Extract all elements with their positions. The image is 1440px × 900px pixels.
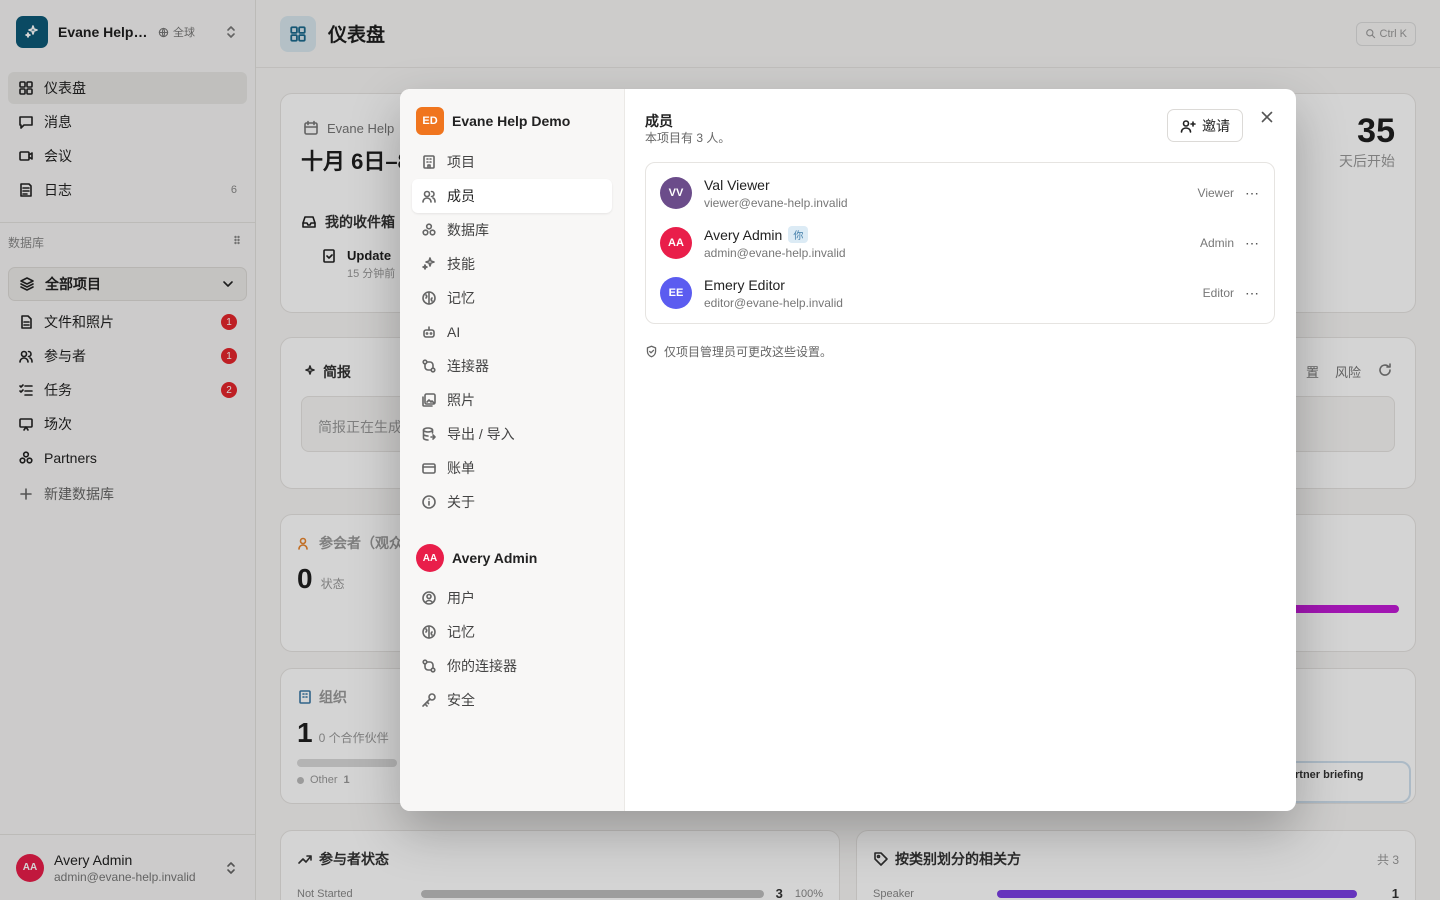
settings-nav-label: 记忆 bbox=[447, 624, 475, 640]
settings-nav: ED Evane Help Demo 项目 成员 数据库 技能 记忆 AI 连接… bbox=[400, 89, 625, 811]
settings-nav-members[interactable]: 成员 bbox=[412, 179, 612, 213]
bot-icon bbox=[423, 326, 435, 338]
building-icon bbox=[423, 155, 435, 169]
user-circle-icon bbox=[422, 591, 436, 605]
settings-nav-skills[interactable]: 技能 bbox=[412, 247, 612, 281]
project-name: Evane Help Demo bbox=[452, 113, 571, 129]
settings-nav-label: 你的连接器 bbox=[447, 658, 517, 674]
connector-icon bbox=[422, 659, 436, 673]
settings-nav-label: 数据库 bbox=[447, 222, 489, 238]
export-icon bbox=[422, 427, 436, 441]
settings-nav-photos[interactable]: 照片 bbox=[412, 383, 612, 417]
card-icon bbox=[422, 463, 436, 474]
settings-nav-user-memory[interactable]: 记忆 bbox=[412, 615, 612, 649]
member-name: Emery Editor bbox=[704, 276, 785, 293]
project-header: ED Evane Help Demo bbox=[416, 107, 570, 135]
panel-title: 成员 bbox=[645, 113, 673, 129]
settings-nav-security[interactable]: 安全 bbox=[412, 683, 612, 717]
user-header: AA Avery Admin bbox=[416, 544, 537, 572]
admin-note: 仅项目管理员可更改这些设置。 bbox=[645, 343, 832, 360]
more-icon[interactable]: ⋯ bbox=[1244, 186, 1260, 200]
settings-nav-user[interactable]: 用户 bbox=[412, 581, 612, 615]
settings-nav-label: 照片 bbox=[447, 392, 475, 408]
settings-nav-label: 关于 bbox=[447, 494, 475, 510]
member-email: editor@evane-help.invalid bbox=[704, 295, 843, 310]
admin-note-text: 仅项目管理员可更改这些设置。 bbox=[664, 345, 833, 359]
settings-nav-label: 导出 / 导入 bbox=[447, 426, 515, 442]
avatar: VV bbox=[660, 177, 692, 209]
member-email: admin@evane-help.invalid bbox=[704, 246, 846, 260]
settings-nav-billing[interactable]: 账单 bbox=[412, 451, 612, 485]
invite-button[interactable]: 邀请 bbox=[1167, 109, 1243, 142]
close-button[interactable] bbox=[1257, 107, 1277, 127]
photos-icon bbox=[422, 393, 436, 407]
member-row[interactable]: VV Val Viewer viewer@evane-help.invalid … bbox=[660, 173, 1260, 213]
member-row[interactable]: AA Avery Admin 你 admin@evane-help.invalid… bbox=[660, 223, 1260, 263]
settings-nav-export-import[interactable]: 导出 / 导入 bbox=[412, 417, 612, 451]
invite-label: 邀请 bbox=[1202, 117, 1230, 134]
member-name: Avery Admin bbox=[704, 226, 783, 243]
member-role[interactable]: Viewer bbox=[1198, 186, 1234, 200]
member-role[interactable]: Editor bbox=[1203, 286, 1234, 300]
settings-nav-your-connectors[interactable]: 你的连接器 bbox=[412, 649, 612, 683]
settings-nav-label: 用户 bbox=[447, 590, 475, 606]
member-name: Val Viewer bbox=[704, 176, 770, 193]
connector-icon bbox=[422, 359, 436, 373]
project-logo: ED bbox=[416, 107, 444, 135]
avatar: AA bbox=[416, 544, 444, 572]
settings-nav-label: 安全 bbox=[447, 692, 475, 708]
settings-nav-ai[interactable]: AI bbox=[412, 315, 612, 349]
key-icon bbox=[422, 693, 436, 707]
member-role[interactable]: Admin bbox=[1200, 236, 1234, 250]
members-panel: 成员 本项目有 3 人。 邀请 VV Val Viewer viewer@eva… bbox=[625, 89, 1296, 811]
settings-dialog: ED Evane Help Demo 项目 成员 数据库 技能 记忆 AI 连接… bbox=[400, 89, 1296, 811]
settings-nav-label: 账单 bbox=[447, 460, 475, 476]
member-row[interactable]: EE Emery Editor editor@evane-help.invali… bbox=[660, 273, 1260, 313]
user-name: Avery Admin bbox=[452, 550, 538, 566]
user-settings-nav: 用户 记忆 你的连接器 安全 bbox=[412, 581, 612, 717]
database-icon bbox=[422, 223, 436, 236]
member-email: viewer@evane-help.invalid bbox=[704, 195, 848, 210]
avatar: EE bbox=[660, 277, 692, 309]
settings-nav-label: 记忆 bbox=[447, 290, 475, 306]
sparkles-icon bbox=[422, 257, 435, 270]
settings-nav-label: 成员 bbox=[447, 188, 475, 204]
settings-nav-memory[interactable]: 记忆 bbox=[412, 281, 612, 315]
brain-icon bbox=[422, 625, 436, 639]
close-icon bbox=[1261, 111, 1273, 123]
brain-icon bbox=[422, 291, 436, 305]
settings-nav-label: 连接器 bbox=[447, 358, 489, 374]
avatar: AA bbox=[660, 227, 692, 259]
settings-nav-label: AI bbox=[447, 324, 461, 340]
settings-nav-project[interactable]: 项目 bbox=[412, 145, 612, 179]
panel-subtitle: 本项目有 3 人。 bbox=[645, 131, 731, 145]
user-plus-icon bbox=[1180, 119, 1196, 133]
members-list: VV Val Viewer viewer@evane-help.invalid … bbox=[645, 162, 1275, 324]
more-icon[interactable]: ⋯ bbox=[1244, 236, 1260, 250]
settings-nav-label: 技能 bbox=[447, 256, 475, 272]
settings-nav-label: 项目 bbox=[447, 154, 475, 170]
users-icon bbox=[422, 190, 436, 203]
project-settings-nav: 项目 成员 数据库 技能 记忆 AI 连接器 照片 导出 / 导入 账单 关于 bbox=[412, 145, 612, 519]
info-icon bbox=[422, 495, 436, 509]
settings-nav-database[interactable]: 数据库 bbox=[412, 213, 612, 247]
settings-nav-connectors[interactable]: 连接器 bbox=[412, 349, 612, 383]
more-icon[interactable]: ⋯ bbox=[1244, 286, 1260, 300]
you-badge: 你 bbox=[788, 226, 809, 243]
settings-nav-about[interactable]: 关于 bbox=[412, 485, 612, 519]
shield-check-icon bbox=[646, 345, 657, 358]
